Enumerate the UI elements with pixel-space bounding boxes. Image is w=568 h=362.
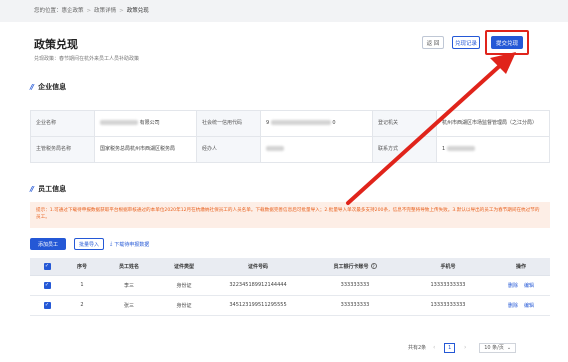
company-section-title: // 企业信息 <box>30 82 66 92</box>
table-header-row: ✓ 序号 员工姓名 证件类型 证件号码 员工银行卡账号? 手机号 操作 <box>30 258 550 276</box>
column-header: 员工银行卡账号? <box>306 258 404 276</box>
employee-section-label: 员工信息 <box>38 185 67 193</box>
row-select[interactable]: ✓ <box>30 275 64 296</box>
company-name-key: 企业名称 <box>30 110 95 137</box>
bank-account: 333333333 <box>306 275 404 296</box>
employee-name: 张三 <box>100 295 158 316</box>
delete-link[interactable]: 删除 <box>508 283 518 289</box>
registration-key: 登记机关 <box>372 110 437 137</box>
handler-value <box>260 136 373 163</box>
page-subtitle: 兑现政策：春节期间在杭外来员工人员补助政策 <box>34 56 140 62</box>
id-number: 322345189912144444 <box>210 275 306 296</box>
download-pending-data-link[interactable]: ⤓ 下载待申报数据 <box>110 238 180 250</box>
redemption-record-button[interactable]: 兑现记录 <box>452 36 480 49</box>
breadcrumb-prefix: 您的位置： <box>34 8 62 14</box>
checkbox-checked-icon[interactable]: ✓ <box>43 281 51 289</box>
id-number: 345123199511295555 <box>210 295 306 316</box>
column-header: 证件类型 <box>158 258 210 276</box>
company-name-value: 有限公司 <box>94 110 197 137</box>
delete-link[interactable]: 删除 <box>508 303 518 309</box>
row-select[interactable]: ✓ <box>30 295 64 316</box>
info-icon[interactable]: ? <box>370 263 377 270</box>
column-header: 操作 <box>492 258 550 276</box>
phone-number: 13333333333 <box>404 275 492 296</box>
row-actions: 删除 编辑 <box>492 295 550 316</box>
checkbox-checked-icon[interactable]: ✓ <box>43 301 51 309</box>
total-count: 共有2条 <box>408 345 427 351</box>
tax-office-value: 国家税务总局杭州市西湖区税务局 <box>94 136 197 163</box>
contact-value: 1 <box>436 136 550 163</box>
id-type: 身份证 <box>158 295 210 316</box>
edit-link[interactable]: 编辑 <box>524 283 534 289</box>
chevron-down-icon: ⌄ <box>506 344 512 351</box>
row-index: 2 <box>64 295 100 316</box>
checkbox-checked-icon[interactable]: ✓ <box>43 262 51 270</box>
breadcrumb-separator: > <box>119 8 124 14</box>
phone-number: 13333333333 <box>404 295 492 316</box>
page-size-select[interactable]: 10 条/页 ⌄ <box>479 342 517 353</box>
handler-key: 经办人 <box>196 136 261 163</box>
section-marker-icon: // <box>30 185 34 193</box>
back-button[interactable]: 返 回 <box>422 36 444 49</box>
registration-value: 杭州市西湖区市场监督管理局（之江分局） <box>436 110 550 137</box>
redacted-text <box>100 120 138 126</box>
submit-highlight-box <box>485 30 529 55</box>
employee-section-title: // 员工信息 <box>30 184 66 194</box>
tax-office-key: 主管税务局名称 <box>30 136 95 163</box>
download-label: 下载待申报数据 <box>114 241 150 248</box>
page-size-label: 10 条/页 <box>484 345 504 351</box>
row-index: 1 <box>64 275 100 296</box>
select-all-header[interactable]: ✓ <box>30 258 64 276</box>
next-page-icon[interactable]: › <box>460 343 470 353</box>
column-header: 员工姓名 <box>100 258 158 276</box>
main-panel: 政策兑现 兑现政策：春节期间在杭外来员工人员补助政策 返 回 兑现记录 提交兑现… <box>28 24 552 362</box>
add-employee-button[interactable]: 添加员工 <box>30 238 66 250</box>
table-row: ✓ 1 李三 身份证 322345189912144444 333333333 … <box>30 275 550 296</box>
company-section-label: 企业信息 <box>38 83 67 91</box>
download-icon: ⤓ <box>110 241 113 247</box>
contact-key: 联系方式 <box>372 136 437 163</box>
company-info-table: 企业名称 有限公司 社会统一信用代码 9 0 登记机关 杭州市西湖区市场监督管理… <box>30 110 550 163</box>
redacted-text <box>270 120 331 126</box>
credit-code-key: 社会统一信用代码 <box>196 110 261 137</box>
breadcrumb: 您的位置：惠企政策 > 政策详情 > 政策兑现 <box>0 0 568 22</box>
breadcrumb-item-policy[interactable]: 惠企政策 <box>62 8 84 14</box>
import-notice: 提示：1.可通过下载待申报数据获取平台根据审核通过的本单位2020年12月在杭缴… <box>30 202 550 228</box>
id-type: 身份证 <box>158 275 210 296</box>
row-actions: 删除 编辑 <box>492 275 550 296</box>
credit-code-suffix: 0 <box>332 120 336 127</box>
column-header: 证件号码 <box>210 258 306 276</box>
page-number-current[interactable]: 1 <box>444 342 456 353</box>
section-marker-icon: // <box>30 83 34 91</box>
edit-link[interactable]: 编辑 <box>524 303 534 309</box>
column-header: 序号 <box>64 258 100 276</box>
credit-code-prefix: 9 <box>266 120 270 127</box>
batch-import-button[interactable]: 批量导入 <box>74 238 104 250</box>
prev-page-icon[interactable]: ‹ <box>429 343 439 353</box>
redacted-text <box>266 146 284 152</box>
credit-code-value: 9 0 <box>260 110 373 137</box>
breadcrumb-separator: > <box>86 8 92 14</box>
breadcrumb-item-current: 政策兑现 <box>126 8 149 14</box>
breadcrumb-item-detail[interactable]: 政策详情 <box>94 8 116 14</box>
employee-table: ✓ 序号 员工姓名 证件类型 证件号码 员工银行卡账号? 手机号 操作 ✓ 1 … <box>30 258 550 316</box>
pagination: 共有2条 ‹ 1 › 10 条/页 ⌄ <box>408 342 517 353</box>
column-header: 手机号 <box>404 258 492 276</box>
page-title: 政策兑现 <box>34 38 78 51</box>
bank-account: 333333333 <box>306 295 404 316</box>
employee-name: 李三 <box>100 275 158 296</box>
contact-prefix: 1 <box>442 146 446 153</box>
bank-account-header-label: 员工银行卡账号 <box>333 263 369 270</box>
redacted-text <box>446 146 475 152</box>
table-row: ✓ 2 张三 身份证 345123199511295555 333333333 … <box>30 295 550 316</box>
company-name-suffix: 有限公司 <box>139 120 160 127</box>
